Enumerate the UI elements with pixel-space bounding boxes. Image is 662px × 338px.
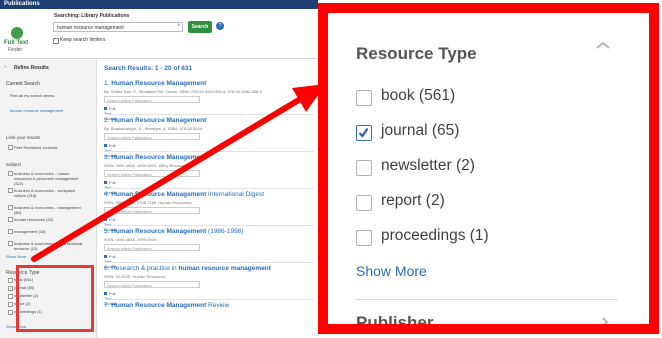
search-within-input[interactable]: Search within Publication bbox=[104, 170, 200, 177]
subject-label: business & economics - human resources &… bbox=[14, 171, 79, 186]
subject-checkbox[interactable] bbox=[8, 171, 13, 176]
help-icon[interactable]: ? bbox=[216, 22, 224, 30]
peer-reviewed-label: Peer Reviewed Journals bbox=[14, 145, 58, 150]
section-divider bbox=[356, 299, 618, 300]
subject-label: business & economics - management (80) bbox=[14, 205, 81, 215]
limit-results-heading: Limit your results bbox=[6, 135, 41, 140]
search-caption: Searching: Library Publications bbox=[54, 13, 130, 19]
checkbox-icon[interactable] bbox=[356, 230, 372, 246]
result-separator bbox=[104, 188, 314, 189]
header-divider bbox=[0, 58, 318, 59]
search-within-input[interactable]: Search within Publication bbox=[104, 207, 200, 214]
top-bar: Publications bbox=[0, 0, 318, 9]
resource-type-heading-zoomed: Resource Type bbox=[356, 44, 477, 63]
search-within-input[interactable]: Search within Publication bbox=[104, 281, 200, 288]
result-separator bbox=[104, 114, 314, 115]
result-separator bbox=[104, 151, 314, 152]
result-title[interactable]: 1. Human Resource Management bbox=[104, 80, 206, 87]
resource-type-option-label: newsletter (2) bbox=[381, 157, 475, 174]
checkbox-icon[interactable] bbox=[356, 125, 372, 141]
chevron-up-icon[interactable] bbox=[593, 39, 613, 53]
checkbox-icon[interactable] bbox=[356, 160, 372, 176]
resource-type-option[interactable]: report (2) bbox=[356, 192, 596, 212]
resource-type-option-label: proceedings (1) bbox=[381, 227, 489, 244]
subject-label: management (18) bbox=[14, 229, 46, 234]
result-meta: ISSN: 02-5105, Human Resources. bbox=[104, 274, 167, 279]
collapse-icon[interactable]: « bbox=[4, 64, 7, 70]
result-meta: ISSN: 0967-0734, 1758-7166. Human Resour… bbox=[104, 200, 193, 205]
keep-limiters-checkbox[interactable] bbox=[53, 38, 59, 44]
keep-limiters-label: Keep search limiters bbox=[60, 37, 106, 43]
subject-checkbox[interactable] bbox=[8, 205, 13, 210]
subject-checkbox[interactable] bbox=[8, 241, 13, 246]
result-title[interactable]: 5. Human Resource Management (1986-1998) bbox=[104, 228, 243, 235]
result-title[interactable]: 7. Human Resource Management Review bbox=[104, 302, 229, 309]
result-meta: ISSN: 0090-4848, 1099-050X. bbox=[104, 237, 158, 242]
find-all-terms-label: Find all my search terms: bbox=[10, 93, 55, 98]
resource-type-option[interactable]: book (561) bbox=[356, 87, 596, 107]
logo-text: Full Text bbox=[4, 40, 29, 46]
subject-heading: Subject bbox=[6, 162, 22, 167]
resource-type-option-label: report (2) bbox=[381, 192, 445, 209]
result-title[interactable]: 4. Human Resource Management Internation… bbox=[104, 191, 264, 198]
result-meta: ISSN: 0090-4848, 1099-050X. Wiley Resour… bbox=[104, 163, 190, 168]
resource-type-checkbox[interactable] bbox=[8, 302, 13, 307]
subject-label: business & economics - workplace culture… bbox=[14, 188, 76, 198]
current-search-heading: Current Search bbox=[6, 81, 40, 87]
resource-type-option[interactable]: journal (65) bbox=[356, 122, 596, 142]
refine-results-heading: Refine Results bbox=[14, 65, 49, 71]
result-separator bbox=[104, 262, 314, 263]
result-separator bbox=[104, 299, 314, 300]
full-text-finder-logo-icon bbox=[11, 27, 23, 39]
result-separator bbox=[104, 225, 314, 226]
subject-label: business & economics - organizational be… bbox=[14, 241, 83, 251]
subject-checkbox[interactable] bbox=[8, 217, 13, 222]
publication-finder-screenshot: Publications Full Text Finder Searching:… bbox=[0, 0, 318, 338]
peer-reviewed-checkbox[interactable] bbox=[8, 145, 13, 150]
checkbox-icon[interactable] bbox=[356, 195, 372, 211]
result-title[interactable]: 3. Human Resource Management bbox=[104, 154, 206, 161]
search-within-input[interactable]: Search within Publication bbox=[104, 244, 200, 251]
result-title[interactable]: 2. Human Resource Management bbox=[104, 117, 206, 124]
chevron-right-icon[interactable] bbox=[600, 315, 610, 329]
show-more-subjects-link[interactable]: Show More bbox=[6, 254, 26, 259]
resource-type-checkbox[interactable] bbox=[8, 294, 13, 299]
clear-search-icon[interactable]: × bbox=[177, 23, 181, 29]
resource-type-zoom-panel: Resource Type book (561) journal (65) news… bbox=[318, 3, 659, 334]
logo-subtext: Finder bbox=[8, 47, 23, 53]
result-meta: By: Bhattacharyya, D., Benarjee, A. ISBN… bbox=[104, 126, 203, 131]
subject-label: human resources (32) bbox=[14, 217, 54, 222]
result-title[interactable]: 6. Research & practice in human resource… bbox=[104, 265, 271, 272]
resource-type-checkbox[interactable] bbox=[8, 278, 13, 283]
resource-type-option[interactable]: proceedings (1) bbox=[356, 227, 596, 247]
resource-type-checkbox[interactable]: ✓ bbox=[8, 286, 13, 291]
publisher-heading: Publisher bbox=[356, 313, 434, 332]
search-within-input[interactable]: Search within Publication bbox=[104, 96, 200, 103]
find-all-term[interactable]: human resource management bbox=[10, 108, 70, 113]
resource-type-option-label: journal (65) bbox=[381, 122, 460, 139]
resource-type-checkbox[interactable] bbox=[8, 310, 13, 315]
resource-type-option-label: book (561) bbox=[381, 87, 456, 104]
search-within-input[interactable]: Search within Publication bbox=[104, 133, 200, 140]
resource-type-option[interactable]: newsletter (2) bbox=[356, 157, 596, 177]
subject-checkbox[interactable] bbox=[8, 229, 13, 234]
search-input[interactable]: human resource management bbox=[53, 22, 183, 32]
search-button[interactable]: Search bbox=[188, 21, 212, 33]
search-results-count: Search Results: 1 - 20 of 631 bbox=[104, 65, 193, 72]
resource-type-highlight-box bbox=[16, 265, 94, 332]
checkbox-icon[interactable] bbox=[356, 90, 372, 106]
result-meta: By: Subba Rao, P., Himalaya Pub. House. … bbox=[104, 89, 262, 94]
subject-checkbox[interactable] bbox=[8, 188, 13, 193]
show-more-link[interactable]: Show More bbox=[356, 263, 427, 279]
